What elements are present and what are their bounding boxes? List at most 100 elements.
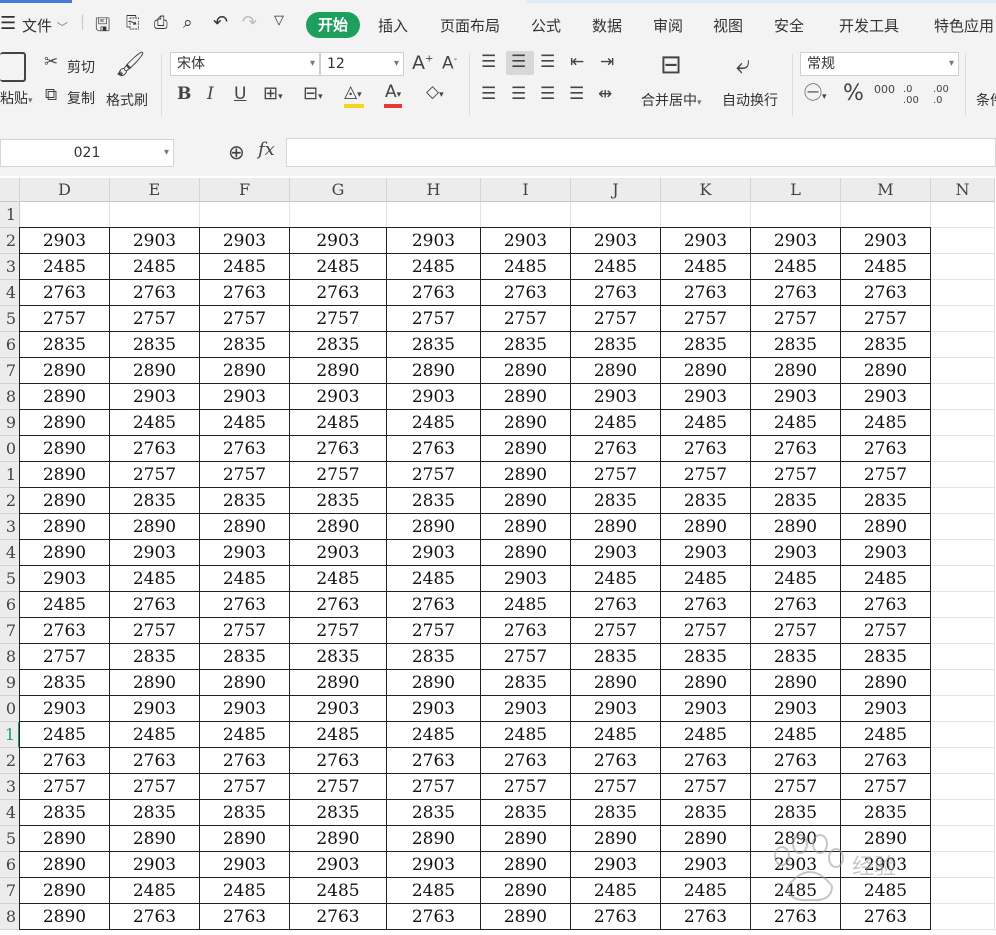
cell[interactable]: 2903 (110, 852, 200, 878)
cell[interactable]: 2903 (661, 228, 751, 254)
cell[interactable]: 2757 (661, 774, 751, 800)
cell[interactable]: 2835 (20, 332, 110, 358)
cell[interactable]: 2763 (571, 280, 661, 306)
cell[interactable]: 2485 (841, 410, 931, 436)
cell[interactable]: 2835 (481, 332, 571, 358)
fx-icon[interactable]: fx (258, 141, 275, 159)
cell[interactable]: 2763 (661, 436, 751, 462)
cell[interactable]: 2485 (841, 254, 931, 280)
export-icon[interactable]: ⎘ (126, 13, 140, 33)
cell[interactable]: 2485 (661, 254, 751, 280)
cell-style-icon[interactable]: ⊟▾ (303, 85, 323, 103)
column-header-n[interactable]: N (931, 178, 995, 202)
cell[interactable]: 2903 (200, 228, 290, 254)
cell[interactable] (931, 280, 995, 306)
cell[interactable]: 2903 (751, 228, 841, 254)
underline-icon[interactable]: U (234, 86, 246, 103)
cell[interactable]: 2890 (841, 514, 931, 540)
cell[interactable]: 2835 (110, 332, 200, 358)
cell[interactable]: 2763 (290, 748, 387, 774)
cell[interactable]: 2835 (571, 644, 661, 670)
cell[interactable]: 2763 (200, 748, 290, 774)
cell[interactable]: 2890 (481, 488, 571, 514)
row-header[interactable]: 5 (0, 566, 20, 592)
cell[interactable]: 2757 (290, 774, 387, 800)
column-header-i[interactable]: I (481, 178, 571, 202)
conditional-format-button[interactable]: 条件 (976, 90, 996, 110)
cell[interactable]: 2757 (751, 618, 841, 644)
cell[interactable]: 2903 (20, 696, 110, 722)
cell[interactable]: 2903 (571, 384, 661, 410)
cell[interactable]: 2485 (110, 722, 200, 748)
cell[interactable]: 2903 (387, 540, 481, 566)
cell[interactable] (481, 202, 571, 228)
row-header[interactable]: 4 (0, 540, 20, 566)
cell[interactable]: 2485 (290, 722, 387, 748)
row-header[interactable]: 8 (0, 384, 20, 410)
cell[interactable] (931, 670, 995, 696)
cell[interactable]: 2835 (841, 644, 931, 670)
cell[interactable]: 2835 (387, 332, 481, 358)
cell[interactable]: 2763 (661, 748, 751, 774)
cell[interactable]: 2835 (751, 332, 841, 358)
cell[interactable] (931, 436, 995, 462)
cell[interactable]: 2903 (481, 228, 571, 254)
font-color-icon[interactable]: A▾ (385, 84, 401, 101)
cell[interactable]: 2903 (20, 228, 110, 254)
cell[interactable]: 2485 (200, 722, 290, 748)
row-header[interactable]: 6 (0, 332, 20, 358)
cell[interactable]: 2890 (20, 488, 110, 514)
cell[interactable]: 2890 (200, 514, 290, 540)
cell[interactable]: 2763 (751, 436, 841, 462)
cell[interactable]: 2890 (481, 826, 571, 852)
formula-input[interactable] (286, 138, 996, 167)
name-box[interactable]: 021 ▾ (0, 139, 174, 167)
cell[interactable]: 2890 (20, 904, 110, 930)
cell[interactable]: 2835 (571, 488, 661, 514)
cell[interactable]: 2890 (841, 826, 931, 852)
cell[interactable]: 2903 (200, 852, 290, 878)
cell[interactable]: 2835 (290, 488, 387, 514)
row-header[interactable]: 3 (0, 774, 20, 800)
cell[interactable] (931, 306, 995, 332)
cell[interactable]: 2763 (290, 436, 387, 462)
italic-icon[interactable]: I (207, 86, 214, 103)
cell[interactable]: 2903 (290, 228, 387, 254)
customize-dropdown-icon[interactable]: ▽ (274, 13, 284, 28)
cell[interactable]: 2485 (661, 566, 751, 592)
column-header-g[interactable]: G (290, 178, 387, 202)
cell[interactable]: 2763 (200, 592, 290, 618)
cell[interactable]: 2763 (751, 592, 841, 618)
cell[interactable]: 2890 (751, 514, 841, 540)
column-header-j[interactable]: J (571, 178, 661, 202)
cell[interactable]: 2485 (110, 878, 200, 904)
cell[interactable]: 2757 (200, 462, 290, 488)
cell[interactable]: 2890 (200, 826, 290, 852)
select-all-corner[interactable] (0, 178, 20, 202)
cell[interactable]: 2485 (290, 878, 387, 904)
cell[interactable]: 2903 (110, 696, 200, 722)
redo-icon[interactable]: ↷ (242, 12, 257, 33)
cell[interactable]: 2890 (481, 852, 571, 878)
cell[interactable]: 2903 (841, 696, 931, 722)
row-header[interactable]: 4 (0, 280, 20, 306)
cell[interactable]: 2485 (841, 722, 931, 748)
cell[interactable] (931, 540, 995, 566)
cell[interactable]: 2757 (661, 306, 751, 332)
cell[interactable]: 2763 (200, 436, 290, 462)
cell[interactable] (931, 410, 995, 436)
cell[interactable] (571, 202, 661, 228)
cell[interactable]: 2890 (571, 826, 661, 852)
cell[interactable]: 2890 (20, 852, 110, 878)
cell[interactable] (931, 644, 995, 670)
cell[interactable]: 2763 (841, 904, 931, 930)
cell[interactable]: 2903 (841, 384, 931, 410)
cell[interactable] (931, 332, 995, 358)
cell[interactable]: 2890 (481, 904, 571, 930)
cell[interactable]: 2903 (200, 384, 290, 410)
cell[interactable]: 2903 (290, 384, 387, 410)
cell[interactable]: 2835 (290, 800, 387, 826)
cell[interactable] (931, 514, 995, 540)
cell[interactable] (931, 202, 995, 228)
cell[interactable]: 2757 (110, 774, 200, 800)
